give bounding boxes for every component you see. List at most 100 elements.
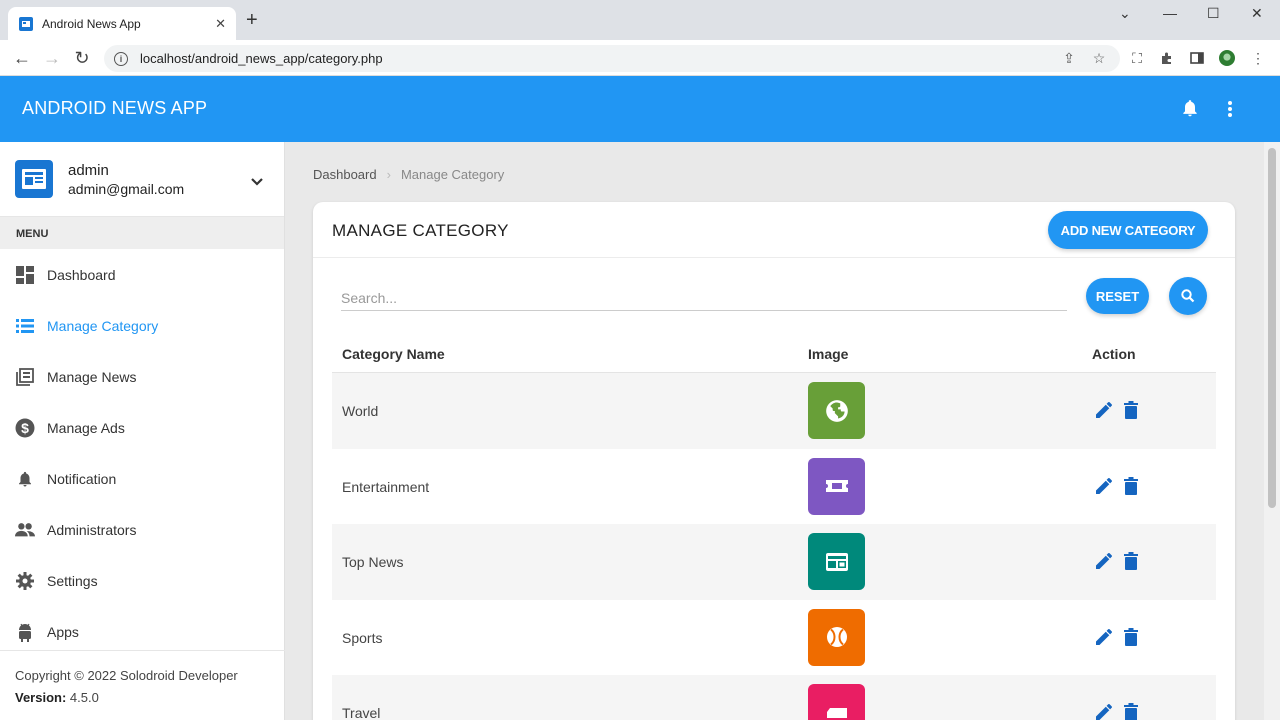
reset-button[interactable]: RESET xyxy=(1086,278,1149,314)
app-bar: ANDROID NEWS APP xyxy=(0,76,1280,142)
search-button[interactable] xyxy=(1169,277,1207,315)
table-header: Category Name Image Action xyxy=(332,337,1216,373)
table-row: Travel xyxy=(332,675,1216,720)
delete-trash-icon[interactable] xyxy=(1121,476,1141,496)
dashboard-icon xyxy=(15,265,35,285)
delete-trash-icon[interactable] xyxy=(1121,627,1141,647)
globe-icon xyxy=(825,399,848,422)
people-icon xyxy=(15,520,35,540)
category-name: Sports xyxy=(342,629,383,646)
dollar-icon: $ xyxy=(15,418,35,438)
column-header-category-name: Category Name xyxy=(342,346,445,362)
user-name: admin xyxy=(68,162,109,179)
table-row: Top News xyxy=(332,524,1216,600)
address-bar[interactable]: i localhost/android_news_app/category.ph… xyxy=(104,45,1120,72)
sidebar-nav: Dashboard Manage Category Manage News $ … xyxy=(0,249,284,657)
category-image xyxy=(808,608,865,666)
back-icon[interactable]: ← xyxy=(12,48,32,68)
bell-icon xyxy=(15,469,35,489)
user-avatar-icon xyxy=(15,160,53,198)
breadcrumb-dashboard-link[interactable]: Dashboard xyxy=(313,167,377,182)
breadcrumb-current: Manage Category xyxy=(400,167,505,182)
sidebar-item-label: Administrators xyxy=(47,521,137,538)
reload-icon[interactable]: ↻ xyxy=(72,48,92,68)
delete-trash-icon[interactable] xyxy=(1121,551,1141,571)
browser-menu-icon[interactable]: ⋮ xyxy=(1250,50,1266,66)
new-tab-icon[interactable]: + xyxy=(246,10,258,30)
category-image xyxy=(808,684,865,720)
site-info-icon[interactable]: i xyxy=(114,51,128,66)
table-body: World Entertainment Top News Sports Trav… xyxy=(332,373,1216,720)
list-icon xyxy=(15,316,35,336)
tab-title: Android News App xyxy=(42,16,141,31)
breadcrumb: Dashboard › Manage Category xyxy=(313,167,504,182)
edit-pencil-icon[interactable] xyxy=(1094,476,1114,496)
sidebar-item-manage-category[interactable]: Manage Category xyxy=(0,300,284,351)
screenshot-icon[interactable]: ⛶ xyxy=(1129,50,1145,66)
maximize-icon[interactable]: ☐ xyxy=(1207,5,1220,22)
bookmark-star-icon[interactable]: ☆ xyxy=(1091,50,1107,66)
category-image xyxy=(808,457,865,515)
version-line: Version: 4.5.0 xyxy=(15,687,285,709)
tab-search-icon[interactable]: ⌄ xyxy=(1119,5,1131,22)
breadcrumb-chevron-icon: › xyxy=(386,167,391,182)
edit-pencil-icon[interactable] xyxy=(1094,702,1114,720)
user-menu-chevron-down-icon[interactable] xyxy=(250,174,264,192)
add-new-category-button[interactable]: ADD NEW CATEGORY xyxy=(1048,211,1208,249)
category-name: Travel xyxy=(342,705,381,720)
more-options-icon[interactable] xyxy=(1226,99,1234,124)
sidebar-footer: Copyright © 2022 Solodroid Developer Ver… xyxy=(0,650,285,709)
sidebar-item-label: Apps xyxy=(47,623,79,640)
gear-icon xyxy=(15,571,35,591)
truck-icon xyxy=(826,707,847,718)
sidebar-item-label: Notification xyxy=(47,470,117,487)
news-icon xyxy=(15,367,35,387)
sidebar-item-settings[interactable]: Settings xyxy=(0,555,284,606)
share-icon[interactable]: ⇪ xyxy=(1061,50,1077,66)
sidebar-item-label: Manage Category xyxy=(47,317,159,334)
page-scrollbar[interactable] xyxy=(1264,142,1280,720)
search-icon xyxy=(1181,289,1195,303)
column-header-action: Action xyxy=(1092,346,1136,362)
sidebar-item-label: Manage News xyxy=(47,368,137,385)
minimize-icon[interactable]: — xyxy=(1163,5,1177,21)
edit-pencil-icon[interactable] xyxy=(1094,400,1114,420)
delete-trash-icon[interactable] xyxy=(1121,702,1141,720)
svg-text:$: $ xyxy=(21,420,29,436)
sidebar-item-label: Manage Ads xyxy=(47,419,125,436)
table-row: Sports xyxy=(332,600,1216,676)
edit-pencil-icon[interactable] xyxy=(1094,551,1114,571)
sidepanel-icon[interactable] xyxy=(1189,50,1205,66)
user-email: admin@gmail.com xyxy=(68,181,185,197)
category-image xyxy=(808,382,865,439)
sidebar-item-administrators[interactable]: Administrators xyxy=(0,504,284,555)
browser-tabstrip: Android News App ✕ + ⌄ — ☐ ✕ xyxy=(0,0,1280,40)
sidebar-item-manage-news[interactable]: Manage News xyxy=(0,351,284,402)
menu-heading: MENU xyxy=(0,217,284,249)
category-image xyxy=(808,533,865,591)
sidebar-item-label: Dashboard xyxy=(47,266,116,283)
manage-category-card: MANAGE CATEGORY ADD NEW CATEGORY RESET C… xyxy=(313,202,1235,720)
sidebar-item-manage-ads[interactable]: $ Manage Ads xyxy=(0,402,284,453)
scrollbar-thumb[interactable] xyxy=(1268,148,1276,508)
category-name: Entertainment xyxy=(342,478,430,495)
window-close-icon[interactable]: ✕ xyxy=(1251,5,1263,22)
user-info: admin admin@gmail.com xyxy=(0,142,284,217)
forward-icon[interactable]: → xyxy=(42,48,62,68)
sidebar-item-dashboard[interactable]: Dashboard xyxy=(0,249,284,300)
category-name: World xyxy=(342,403,379,419)
sidebar-item-notification[interactable]: Notification xyxy=(0,453,284,504)
search-input[interactable] xyxy=(341,285,1067,311)
profile-avatar-icon[interactable] xyxy=(1219,50,1235,66)
notifications-bell-icon[interactable] xyxy=(1180,98,1200,123)
version-label: Version: xyxy=(15,690,67,705)
category-name: Top News xyxy=(342,554,404,571)
extensions-icon[interactable] xyxy=(1159,50,1175,66)
close-tab-icon[interactable]: ✕ xyxy=(215,16,226,32)
sidebar: admin admin@gmail.com MENU Dashboard Man… xyxy=(0,142,285,720)
browser-tab[interactable]: Android News App ✕ xyxy=(8,7,236,40)
table-row: World xyxy=(332,373,1216,449)
browser-toolbar: ← → ↻ i localhost/android_news_app/categ… xyxy=(0,40,1280,76)
edit-pencil-icon[interactable] xyxy=(1094,627,1114,647)
delete-trash-icon[interactable] xyxy=(1121,400,1141,420)
